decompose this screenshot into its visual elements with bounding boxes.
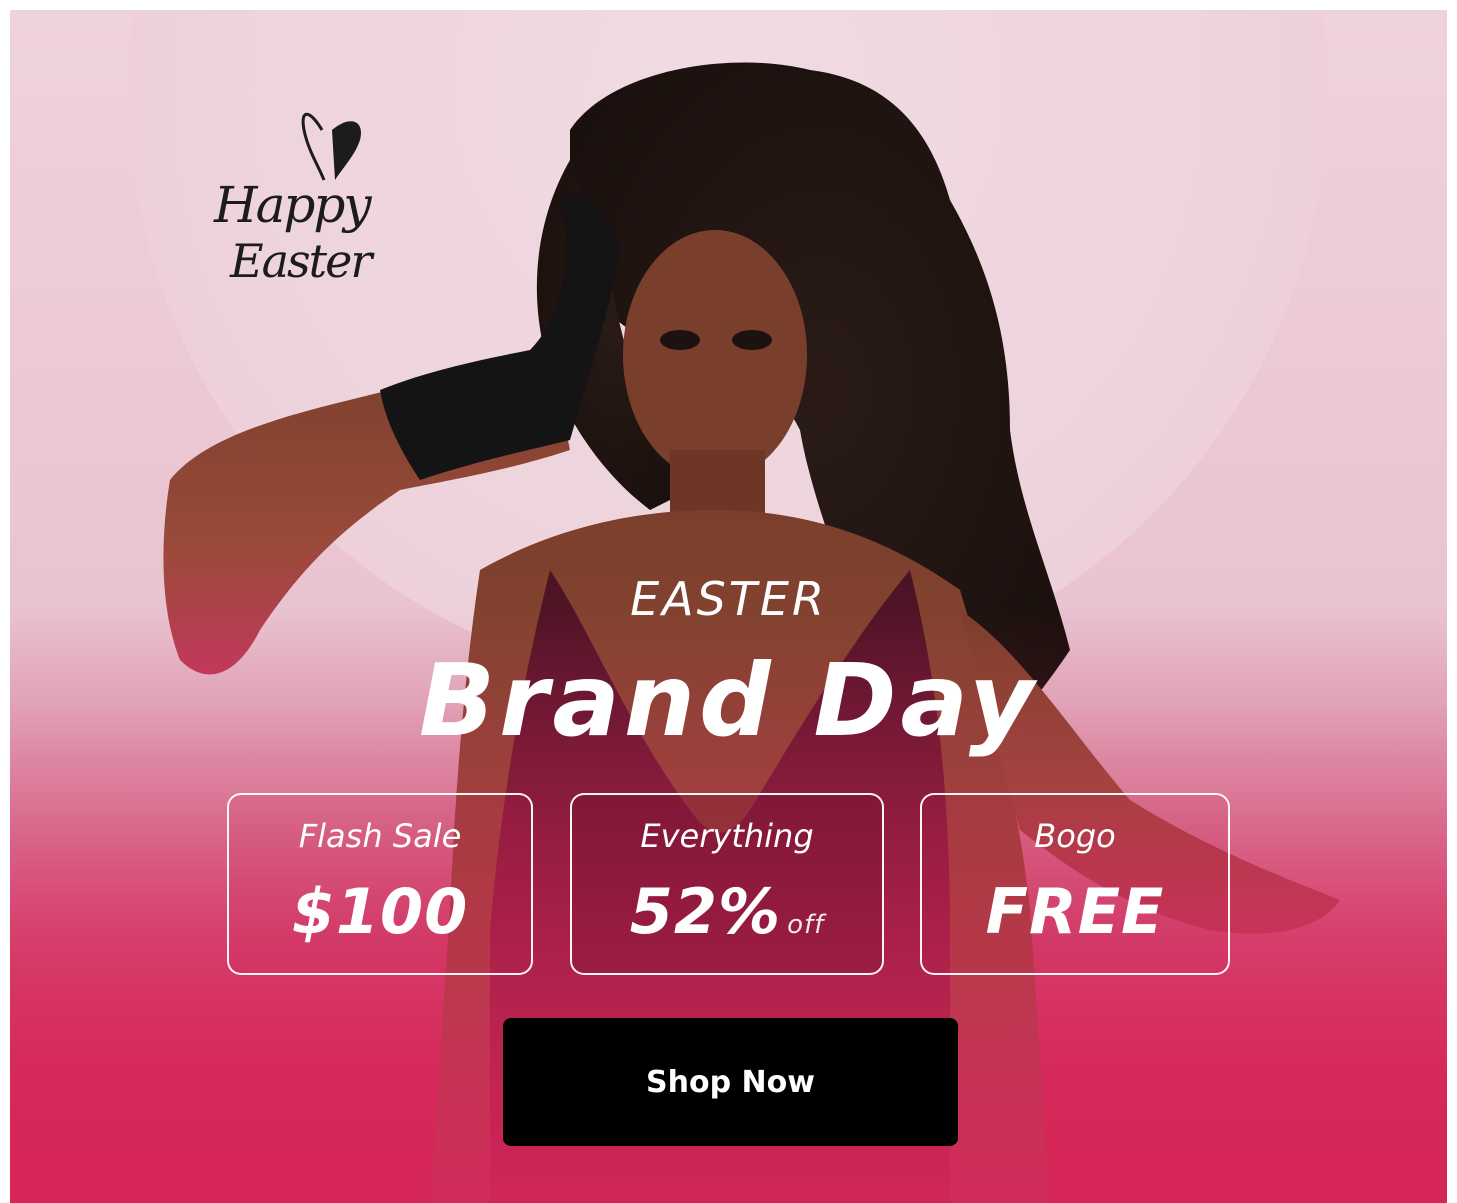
offer-suffix: off	[787, 910, 825, 940]
happy-easter-logo: Happy Easter	[200, 110, 430, 310]
offer-value: FREE	[922, 875, 1228, 948]
offer-value-text: FREE	[985, 875, 1165, 948]
offer-card-bogo[interactable]: Bogo FREE	[920, 793, 1230, 975]
shop-now-button[interactable]: Shop Now	[503, 1018, 958, 1146]
offer-label: Everything	[640, 817, 814, 855]
logo-line2: Easter	[230, 234, 372, 288]
offer-label: Bogo	[1034, 817, 1116, 855]
offer-value-text: 52%	[629, 875, 782, 948]
offer-value: 52% off	[572, 875, 882, 948]
banner-headline: Brand Day	[418, 642, 1039, 759]
offer-card-everything[interactable]: Everything 52% off	[570, 793, 884, 975]
easter-promo-banner[interactable]: Happy Easter EASTER Brand Day Flash Sale…	[10, 10, 1447, 1203]
offer-card-flash-sale[interactable]: Flash Sale $100	[227, 793, 533, 975]
offer-label: Flash Sale	[298, 817, 462, 855]
offer-value: $100	[229, 875, 531, 948]
banner-eyebrow: EASTER	[630, 572, 827, 626]
logo-line1: Happy	[214, 176, 372, 234]
offer-value-text: $100	[291, 875, 469, 948]
